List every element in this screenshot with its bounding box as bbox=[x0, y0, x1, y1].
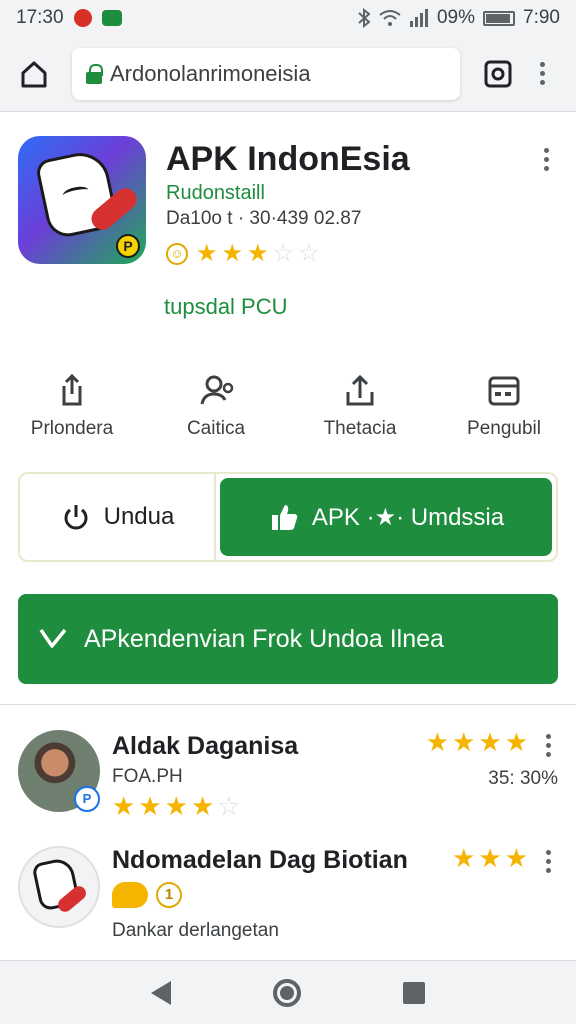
avatar-badge: P bbox=[74, 786, 100, 812]
power-icon bbox=[64, 505, 88, 530]
download-check-icon bbox=[39, 628, 67, 648]
url-text: Ardonolanrimoneisia bbox=[110, 60, 311, 86]
review-rating: ★ ★ ★ ★ ☆ bbox=[112, 791, 241, 821]
star-icon: ★ bbox=[452, 727, 476, 757]
overflow-menu-icon bbox=[538, 62, 546, 85]
system-nav-bar bbox=[0, 960, 576, 1024]
star-icon: ★ bbox=[164, 791, 188, 821]
star-icon: ★ bbox=[478, 843, 502, 873]
review-badges: 1 bbox=[112, 882, 182, 908]
review-rating-top: ★ ★ ★ ★ bbox=[425, 727, 528, 757]
status-bar: 17:30 09% 7:90 bbox=[0, 0, 576, 36]
chat-bubble-icon bbox=[112, 882, 148, 908]
install-label: APkendenvian Frok Undoa Ilnea bbox=[84, 624, 444, 653]
notification-icon bbox=[73, 9, 92, 27]
app-update-label[interactable]: tupsdal PCU bbox=[164, 294, 288, 320]
action-share[interactable]: Prlondera bbox=[0, 372, 144, 452]
browser-toolbar: Ardonolanrimoneisia bbox=[0, 36, 576, 112]
review-more-icon[interactable] bbox=[544, 734, 552, 757]
star-empty-icon: ☆ bbox=[298, 240, 320, 267]
reviewer-name: Ndomadelan Dag Biotian bbox=[112, 846, 408, 874]
review-date: 35: 30% bbox=[488, 768, 558, 789]
star-icon: ★ bbox=[138, 791, 162, 821]
star-icon: ★ bbox=[504, 727, 528, 757]
star-icon: ★ bbox=[112, 791, 136, 821]
upload-icon bbox=[346, 374, 374, 406]
open-button[interactable]: APK ·★· Umdssia bbox=[220, 478, 552, 556]
home-circle-icon[interactable] bbox=[273, 978, 301, 1007]
star-icon: ★ bbox=[452, 843, 476, 873]
signal-icon bbox=[409, 9, 428, 27]
app-icon-badge: P bbox=[116, 234, 140, 258]
avatar bbox=[18, 846, 100, 928]
recents-icon[interactable] bbox=[403, 981, 425, 1004]
rating-badge-icon: ☺ bbox=[166, 243, 188, 265]
reviewer-name: Aldak Daganisa bbox=[112, 732, 299, 760]
overflow-menu-button[interactable] bbox=[520, 52, 564, 96]
star-empty-icon: ☆ bbox=[272, 240, 295, 267]
address-bar[interactable]: Ardonolanrimoneisia bbox=[72, 47, 460, 100]
divider bbox=[0, 704, 576, 705]
back-icon[interactable] bbox=[151, 980, 171, 1005]
status-time: 17:30 bbox=[16, 7, 64, 28]
star-icon: ★ bbox=[504, 843, 528, 873]
star-icon: ★ bbox=[478, 727, 502, 757]
review-rating-top: ★ ★ ★ bbox=[452, 843, 528, 873]
action-label: Pengubil bbox=[467, 418, 541, 439]
reviewer-sub: FOA.PH bbox=[112, 766, 183, 787]
person-icon bbox=[200, 375, 234, 405]
tab-switcher-icon bbox=[484, 60, 512, 87]
action-person[interactable]: Caitica bbox=[144, 372, 288, 452]
thumbs-up-icon bbox=[271, 505, 298, 530]
app-more-icon[interactable] bbox=[542, 148, 550, 171]
open-label: APK ·★· Umdssia bbox=[311, 503, 505, 531]
home-icon bbox=[21, 61, 47, 87]
uninstall-button[interactable]: Undua bbox=[20, 474, 216, 560]
home-button[interactable] bbox=[12, 52, 56, 96]
quick-actions: Prlondera Caitica Thetacia Pengubil bbox=[0, 372, 576, 452]
lock-icon bbox=[86, 63, 103, 84]
tab-switcher-button[interactable] bbox=[476, 52, 520, 96]
action-upload[interactable]: Thetacia bbox=[288, 372, 432, 452]
bluetooth-icon bbox=[358, 8, 371, 28]
app-icon: P bbox=[18, 136, 146, 264]
coin-icon: 1 bbox=[156, 882, 182, 908]
status-time-right: 7:90 bbox=[523, 7, 560, 28]
review-item[interactable]: P Aldak Daganisa FOA.PH ★ ★ ★ ★ 35: 30% … bbox=[18, 727, 558, 830]
star-icon: ★ bbox=[425, 727, 450, 757]
app-rating: ☺ ★ ★ ★ ☆ ☆ bbox=[166, 242, 320, 266]
wifi-icon bbox=[379, 10, 401, 26]
action-label: Caitica bbox=[186, 418, 246, 439]
star-icon: ★ bbox=[247, 240, 269, 267]
app-meta: Da10o t · 30·439 02.87 bbox=[166, 208, 362, 229]
app-header: P APK IndonEsia Rudonstaill Da10o t · 30… bbox=[18, 136, 558, 336]
action-label: Thetacia bbox=[323, 418, 397, 439]
star-empty-icon: ☆ bbox=[217, 791, 241, 821]
battery-percent: 09% bbox=[436, 7, 476, 28]
star-icon: ★ bbox=[190, 791, 215, 821]
app-developer[interactable]: Rudonstaill bbox=[166, 182, 265, 205]
star-icon: ★ bbox=[221, 240, 244, 267]
action-label: Prlondera bbox=[30, 418, 114, 439]
install-button[interactable]: APkendenvian Frok Undoa Ilnea bbox=[18, 594, 558, 684]
uninstall-label: Undua bbox=[103, 503, 175, 530]
battery-icon bbox=[483, 10, 516, 26]
button-pair: Undua APK ·★· Umdssia bbox=[18, 472, 558, 562]
star-icon: ★ bbox=[196, 240, 218, 267]
share-icon bbox=[62, 373, 82, 406]
app-title: APK IndonEsia bbox=[166, 140, 410, 178]
review-more-icon[interactable] bbox=[544, 850, 552, 873]
review-item[interactable]: Ndomadelan Dag Biotian ★ ★ ★ 1 Dankar de… bbox=[18, 843, 558, 946]
review-text: Dankar derlangetan bbox=[112, 920, 279, 941]
message-icon bbox=[101, 10, 122, 26]
action-card[interactable]: Pengubil bbox=[432, 372, 576, 452]
card-icon bbox=[488, 376, 520, 406]
